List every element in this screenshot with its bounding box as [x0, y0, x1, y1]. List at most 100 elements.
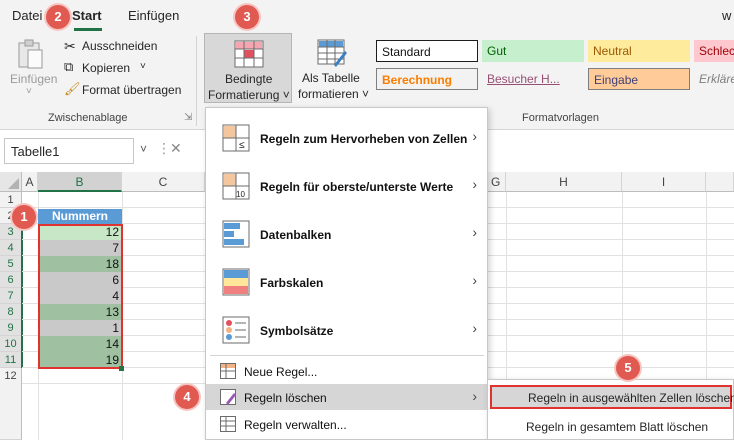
style-besucher-hyperlink[interactable]: Besucher H... — [482, 68, 584, 90]
menu-item-label: Symbolsätze — [260, 324, 334, 338]
conditional-formatting-icon — [234, 40, 264, 68]
cancel-formula-icon[interactable]: ✕ — [170, 140, 182, 157]
color-scales-icon — [222, 268, 250, 296]
format-painter-label: Format übertragen — [82, 83, 182, 97]
tab-einfuegen[interactable]: Einfügen — [128, 8, 179, 23]
chevron-down-icon: ˅ — [26, 86, 32, 97]
style-eingabe[interactable]: Eingabe — [588, 68, 690, 90]
select-all-icon — [8, 178, 19, 189]
row-header[interactable]: 12 — [0, 368, 22, 440]
cf-label-line2: Formatierung ˅ — [208, 88, 290, 102]
select-all-corner[interactable] — [0, 172, 22, 192]
submenu-item-label: Regeln in gesamtem Blatt löschen — [526, 420, 709, 434]
new-rule-icon — [220, 363, 236, 379]
style-erklaerend[interactable]: Erkläre — [694, 68, 734, 90]
selection-highlight-box — [38, 224, 123, 369]
copy-button[interactable]: ⧉ Kopieren ˅ — [62, 59, 162, 78]
menu-item-clear-rules[interactable]: Regeln löschen › — [206, 384, 487, 410]
cut-button[interactable]: ✂ Ausschneiden — [62, 38, 192, 56]
menu-item-icon-sets[interactable]: Symbolsätze › — [206, 306, 487, 352]
style-schlecht[interactable]: Schlec — [694, 40, 734, 62]
column-header-b[interactable]: B — [38, 172, 122, 192]
column-header-h[interactable]: H — [506, 172, 622, 192]
row-header[interactable]: 6 — [0, 272, 22, 288]
style-standard[interactable]: Standard — [376, 40, 478, 62]
step-marker-1: 1 — [12, 205, 36, 229]
separator — [196, 36, 197, 126]
step-marker-3: 3 — [235, 5, 259, 29]
menu-item-highlight-rules[interactable]: ≤ Regeln zum Hervorheben von Zellen › — [206, 114, 487, 160]
menu-item-manage-rules[interactable]: Regeln verwalten... — [206, 412, 487, 436]
tab-start-underline — [74, 28, 102, 31]
icon-sets-icon — [222, 316, 250, 344]
chevron-right-icon: › — [472, 320, 477, 336]
as-table-label-line1: Als Tabelle — [302, 71, 360, 85]
submenu-item-selected-cells[interactable]: Regeln in ausgewählten Zellen löschen — [490, 385, 734, 409]
table-header-nummern[interactable]: Nummern — [38, 209, 122, 224]
column-header-next[interactable] — [706, 172, 734, 192]
tab-start[interactable]: Start — [72, 8, 102, 23]
cf-label-line1: Bedingte — [225, 72, 273, 86]
chevron-right-icon: › — [472, 176, 477, 192]
submenu-item-label: Regeln in ausgewählten Zellen löschen — [528, 391, 734, 405]
menu-item-top-bottom-rules[interactable]: 10 Regeln für oberste/unterste Werte › — [206, 162, 487, 208]
row-header[interactable]: 11 — [0, 352, 22, 368]
menu-item-data-bars[interactable]: Datenbalken › — [206, 210, 487, 256]
chevron-right-icon: › — [472, 224, 477, 240]
tab-datei[interactable]: Datei — [12, 8, 42, 23]
fill-handle[interactable] — [119, 366, 124, 371]
brush-icon: 🖌 — [64, 81, 81, 96]
manage-rules-icon — [220, 416, 236, 432]
submenu-item-entire-sheet[interactable]: Regeln in gesamtem Blatt löschen — [490, 416, 732, 438]
style-berechnung[interactable]: Berechnung — [376, 68, 478, 90]
name-box[interactable]: Tabelle1 — [4, 138, 134, 164]
column-header-a[interactable]: A — [22, 172, 38, 192]
clear-rules-label: Regeln löschen — [244, 391, 327, 405]
paste-label: Einfügen — [10, 72, 58, 86]
row-header[interactable]: 7 — [0, 288, 22, 304]
step-marker-4: 4 — [175, 385, 199, 409]
menu-item-label: Regeln zum Hervorheben von Zellen — [260, 132, 468, 146]
format-painter-button[interactable]: 🖌 Format übertragen — [62, 81, 192, 100]
paste-button[interactable]: Einfügen ˅ — [6, 36, 58, 102]
row-selection-marker — [21, 224, 23, 368]
clear-rules-submenu: Regeln in ausgewählten Zellen löschen Re… — [487, 379, 734, 440]
copy-icon: ⧉ — [64, 59, 74, 74]
row-header[interactable]: 4 — [0, 240, 22, 256]
menu-item-new-rule[interactable]: Neue Regel... — [206, 360, 487, 382]
menu-item-label: Farbskalen — [260, 276, 324, 290]
top-bottom-rules-icon: 10 — [222, 172, 250, 200]
cut-label: Ausschneiden — [82, 39, 158, 53]
row-header[interactable]: 8 — [0, 304, 22, 320]
clipboard-icon — [18, 39, 43, 69]
styles-group-label: Formatvorlagen — [522, 112, 600, 124]
as-table-label-line2: formatieren ˅ — [298, 87, 370, 101]
chevron-right-icon: › — [472, 272, 477, 288]
style-neutral[interactable]: Neutral — [588, 40, 690, 62]
scissors-icon: ✂ — [64, 38, 76, 54]
eraser-icon — [220, 389, 236, 405]
row-header[interactable]: 5 — [0, 256, 22, 272]
chevron-right-icon: › — [472, 388, 477, 404]
chevron-down-icon[interactable]: ˅ — [140, 142, 147, 156]
column-header-i[interactable]: I — [622, 172, 706, 192]
menu-separator — [210, 355, 484, 356]
menu-item-label: Datenbalken — [260, 228, 332, 242]
conditional-formatting-button[interactable]: Bedingte Formatierung ˅ — [204, 33, 292, 103]
dialog-launcher-icon[interactable]: ⇲ — [184, 112, 192, 123]
highlight-rules-icon: ≤ — [222, 124, 250, 152]
tab-overflow[interactable]: w — [722, 8, 731, 23]
format-as-table-button[interactable]: Als Tabelle formatieren ˅ — [294, 33, 370, 103]
manage-rules-label: Regeln verwalten... — [244, 418, 347, 432]
style-gut[interactable]: Gut — [482, 40, 584, 62]
column-header-g[interactable]: G — [488, 172, 506, 192]
column-header-c[interactable]: C — [122, 172, 205, 192]
chevron-right-icon: › — [472, 128, 477, 144]
more-icon: ⋮ — [157, 140, 171, 156]
row-header[interactable]: 10 — [0, 336, 22, 352]
menu-item-color-scales[interactable]: Farbskalen › — [206, 258, 487, 304]
row-header[interactable]: 9 — [0, 320, 22, 336]
menu-item-label: Regeln für oberste/unterste Werte — [260, 180, 454, 194]
step-marker-5: 5 — [616, 356, 640, 380]
svg-text:≤: ≤ — [239, 140, 245, 151]
